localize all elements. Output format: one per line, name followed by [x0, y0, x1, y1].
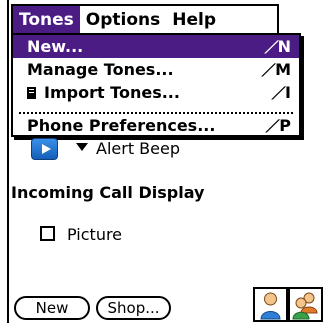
menu-item-phone-preferences[interactable]: Phone Preferences... /P	[13, 114, 299, 137]
picture-checkbox[interactable]	[40, 226, 55, 241]
shop-button[interactable]: Shop...	[96, 296, 171, 320]
menu-item-manage-tones[interactable]: Manage Tones... /M	[13, 58, 299, 81]
menu-item-label: New...	[27, 37, 84, 56]
picture-checkbox-label: Picture	[67, 225, 123, 244]
incoming-call-display-heading: Incoming Call Display	[11, 183, 205, 202]
new-button[interactable]: New	[14, 296, 90, 320]
menu-item-label: Phone Preferences...	[27, 116, 216, 135]
tones-dropdown-menu: New... /N Manage Tones... /M Import Tone…	[11, 33, 301, 137]
menu-help[interactable]: Help	[166, 6, 222, 34]
single-contact-button[interactable]	[253, 287, 288, 322]
play-icon[interactable]	[31, 138, 58, 160]
file-icon	[27, 87, 36, 99]
menu-item-label: Import Tones...	[44, 83, 180, 102]
group-contacts-button[interactable]	[288, 287, 323, 322]
screen-edge	[7, 0, 9, 323]
menu-tones[interactable]: Tones	[13, 6, 80, 34]
menu-options[interactable]: Options	[80, 6, 166, 34]
shortcut: /M	[259, 60, 291, 79]
shortcut: /N	[262, 37, 291, 56]
menu-item-label: Manage Tones...	[27, 60, 174, 79]
people-icon	[292, 292, 318, 320]
menu-bar: Tones Options Help	[11, 4, 279, 34]
shortcut: /P	[263, 116, 291, 135]
alert-tone-value: Alert Beep	[96, 139, 180, 158]
alert-tone-selector[interactable]: Alert Beep	[76, 139, 180, 159]
shortcut: /I	[269, 83, 291, 102]
menu-item-import-tones[interactable]: Import Tones... /I	[13, 81, 299, 104]
app-screen: [ [ Tones Options Help New... /N Manage …	[0, 0, 328, 323]
dropdown-triangle-icon	[76, 143, 88, 151]
menu-item-new[interactable]: New... /N	[13, 35, 299, 58]
person-icon	[260, 292, 281, 320]
picture-checkbox-row[interactable]: Picture	[40, 226, 122, 244]
